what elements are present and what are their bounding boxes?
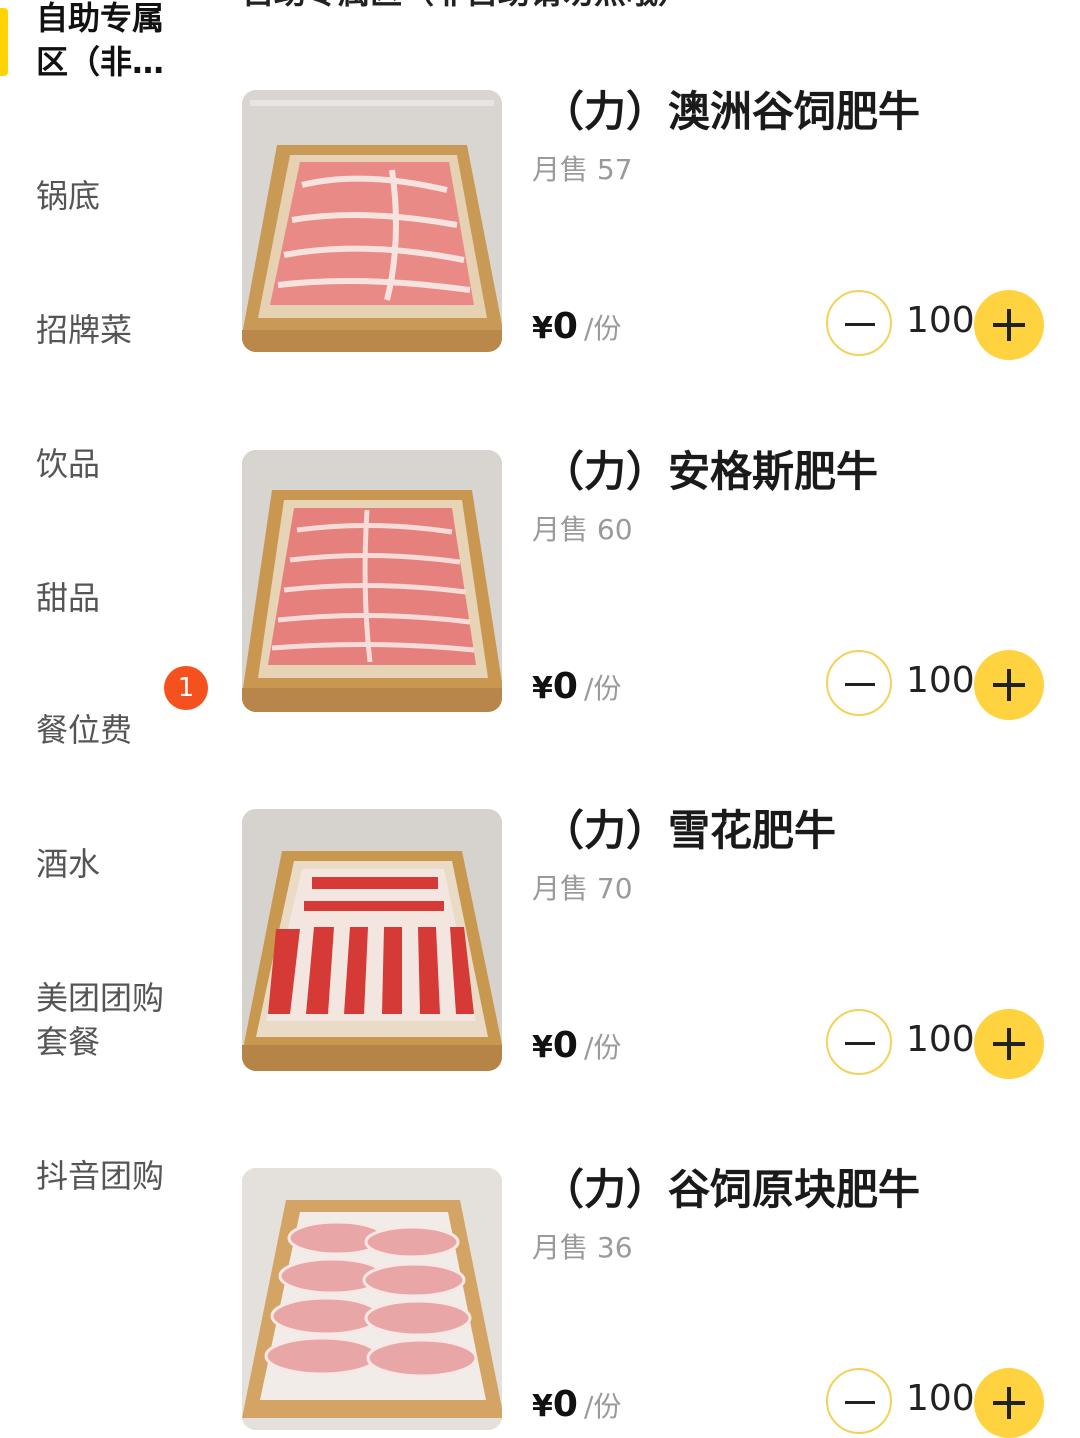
monthly-sales: 月售 70	[532, 872, 633, 905]
sidebar-item-douyin-group[interactable]: 抖音团购	[36, 1154, 206, 1198]
decrease-button[interactable]	[826, 1368, 892, 1434]
quantity-stepper: 100	[826, 650, 1044, 720]
product-name[interactable]: （力）谷饲原块肥牛	[542, 1168, 920, 1212]
currency-symbol: ¥	[532, 1030, 553, 1065]
sidebar-item-meituan-group[interactable]: 美团团购 套餐	[36, 976, 206, 1064]
decrease-button[interactable]	[826, 650, 892, 716]
price-unit: /份	[583, 312, 622, 345]
price-unit: /份	[583, 1390, 622, 1423]
sidebar-item-desserts[interactable]: 甜品	[36, 576, 206, 620]
price-unit: /份	[583, 1031, 622, 1064]
monthly-sales: 月售 57	[532, 153, 633, 186]
sidebar-item-drinks[interactable]: 饮品	[36, 442, 206, 486]
price-amount: 0	[552, 1025, 578, 1066]
monthly-sales: 月售 60	[532, 513, 633, 546]
quantity-stepper: 100	[826, 1009, 1044, 1079]
increase-button[interactable]	[974, 1009, 1044, 1079]
product-card[interactable]: （力）安格斯肥牛 月售 60 ¥0/份 100	[242, 450, 1062, 720]
quantity-value: 100	[906, 1019, 975, 1060]
price-amount: 0	[552, 1384, 578, 1425]
price-unit: /份	[583, 672, 622, 705]
monthly-sales: 月售 36	[532, 1231, 633, 1264]
increase-button[interactable]	[974, 290, 1044, 360]
cart-count-badge: 1	[164, 666, 208, 710]
quantity-value: 100	[906, 300, 975, 341]
quantity-stepper: 100	[826, 290, 1044, 360]
currency-symbol: ¥	[532, 311, 553, 346]
category-sidebar: 自助专属 区（非… 锅底 招牌菜 饮品 甜品 餐位费 1 酒水 美团团购 套餐 …	[0, 0, 220, 1433]
quantity-value: 100	[906, 660, 975, 701]
product-card[interactable]: （力）雪花肥牛 月售 70 ¥0/份 100	[242, 809, 1062, 1079]
sidebar-item-self-service[interactable]: 自助专属 区（非…	[36, 0, 206, 84]
product-name[interactable]: （力）澳洲谷饲肥牛	[542, 90, 920, 134]
product-image	[242, 809, 502, 1071]
product-image	[242, 1168, 502, 1430]
price-amount: 0	[552, 666, 578, 707]
product-price: ¥0/份	[532, 666, 621, 707]
decrease-button[interactable]	[826, 1009, 892, 1075]
price-amount: 0	[552, 306, 578, 347]
decrease-button[interactable]	[826, 290, 892, 356]
product-name[interactable]: （力）雪花肥牛	[542, 809, 836, 853]
sidebar-item-signature[interactable]: 招牌菜	[36, 308, 206, 352]
sidebar-item-seat-fee[interactable]: 餐位费	[36, 708, 206, 752]
product-card[interactable]: （力）谷饲原块肥牛 月售 36 ¥0/份 100	[242, 1168, 1062, 1438]
increase-button[interactable]	[974, 1368, 1044, 1438]
product-price: ¥0/份	[532, 1384, 621, 1425]
product-price: ¥0/份	[532, 306, 621, 347]
currency-symbol: ¥	[532, 1389, 553, 1424]
product-price: ¥0/份	[532, 1025, 621, 1066]
quantity-value: 100	[906, 1378, 975, 1419]
product-name[interactable]: （力）安格斯肥牛	[542, 450, 878, 494]
sidebar-item-hotpot-base[interactable]: 锅底	[36, 174, 206, 218]
sidebar-item-alcohol[interactable]: 酒水	[36, 842, 206, 886]
increase-button[interactable]	[974, 650, 1044, 720]
section-title: 自助专属区（非自助请勿点哦）	[242, 0, 690, 12]
currency-symbol: ¥	[532, 671, 553, 706]
quantity-stepper: 100	[826, 1368, 1044, 1438]
product-image	[242, 450, 502, 712]
product-card[interactable]: （力）澳洲谷饲肥牛 月售 57 ¥0/份 100	[242, 90, 1062, 360]
active-category-indicator	[0, 8, 8, 76]
product-image	[242, 90, 502, 352]
